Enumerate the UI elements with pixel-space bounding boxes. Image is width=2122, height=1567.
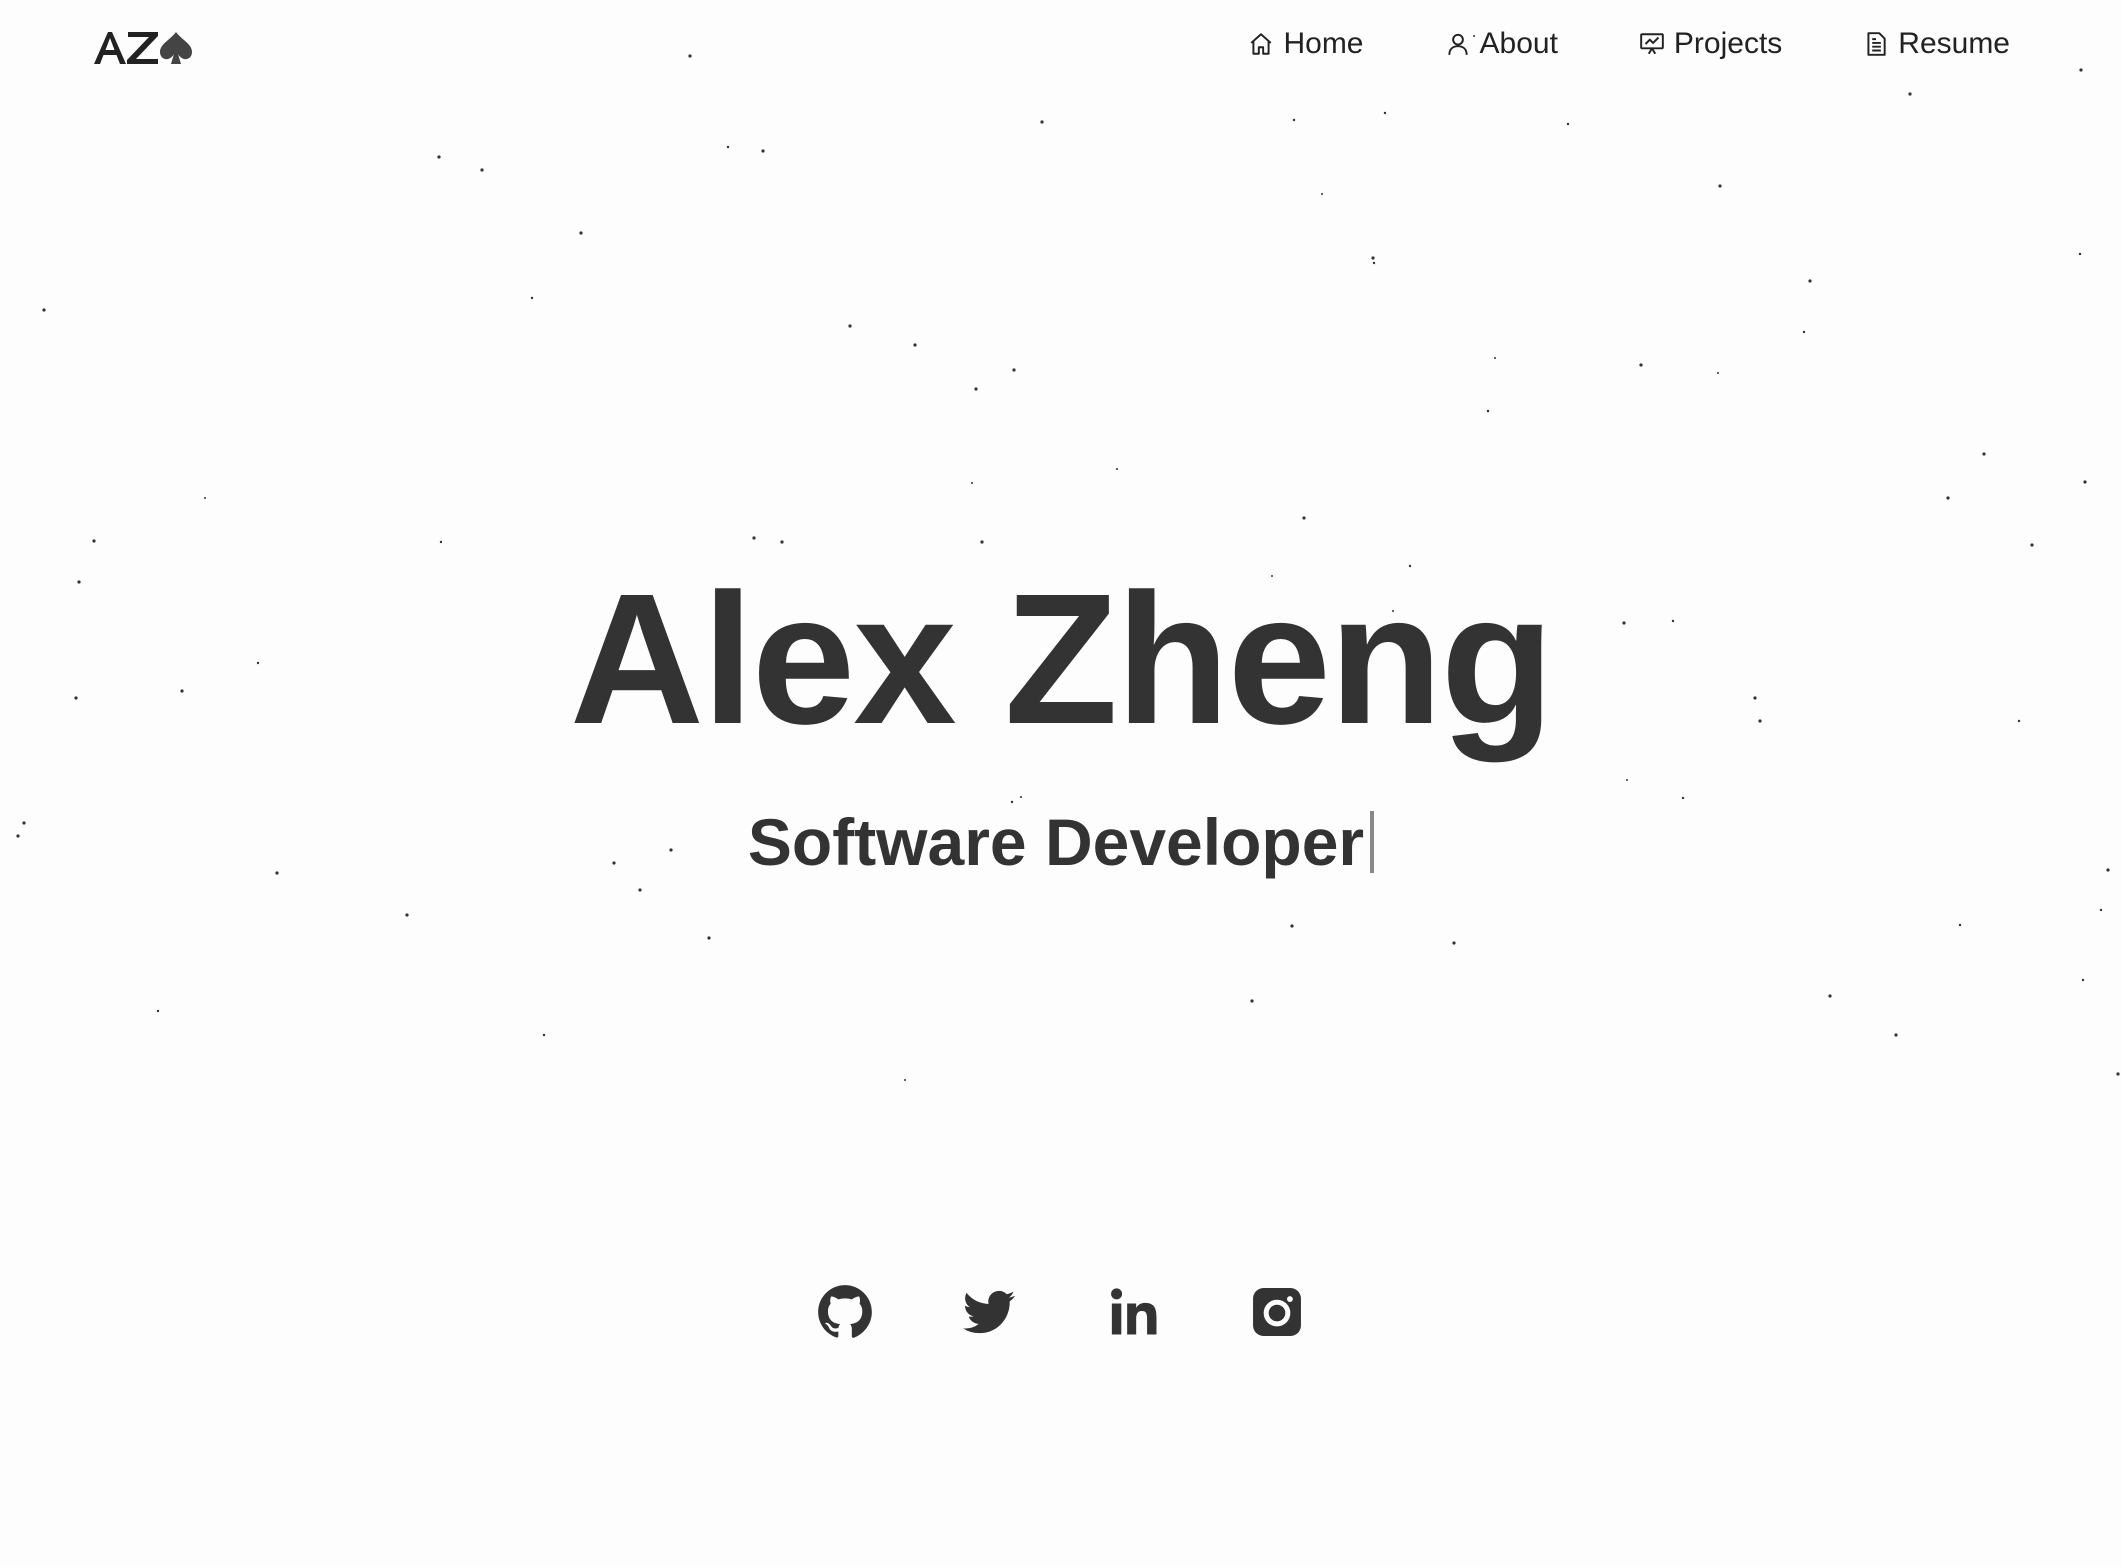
nav-item-label: Home [1283, 27, 1364, 60]
nav-item-projects[interactable]: Projects [1638, 27, 1782, 61]
github-icon [818, 1285, 872, 1338]
presentation-chart-icon [1638, 30, 1666, 58]
az-spade-logo-icon [94, 32, 192, 64]
hero-role-typewriter: Software Developer [747, 802, 1375, 882]
nav-item-resume[interactable]: Resume [1862, 27, 2010, 61]
hero-role-text: Software Developer [747, 805, 1365, 879]
nav-item-home[interactable]: Home [1247, 27, 1364, 61]
home-icon [1247, 30, 1275, 58]
twitter-link[interactable] [961, 1284, 1017, 1340]
document-icon [1862, 30, 1890, 58]
instagram-link[interactable] [1249, 1284, 1305, 1340]
github-link[interactable] [817, 1284, 873, 1340]
hero-section: Alex Zheng Software Developer [0, 560, 2122, 882]
nav-item-label: Resume [1898, 27, 2010, 60]
social-links [0, 1284, 2122, 1340]
main-navigation: Home About Projects Resume [1247, 22, 2010, 66]
user-icon [1444, 30, 1472, 58]
typing-cursor [1370, 811, 1375, 873]
twitter-icon [963, 1290, 1015, 1334]
linkedin-icon [1111, 1288, 1157, 1335]
instagram-icon [1253, 1288, 1301, 1336]
nav-item-label: Projects [1673, 27, 1783, 60]
site-logo[interactable] [92, 26, 194, 70]
hero-name: Alex Zheng [569, 556, 1554, 763]
nav-item-about[interactable]: About [1444, 27, 1558, 61]
nav-item-label: About [1479, 27, 1558, 60]
linkedin-link[interactable] [1105, 1284, 1161, 1340]
